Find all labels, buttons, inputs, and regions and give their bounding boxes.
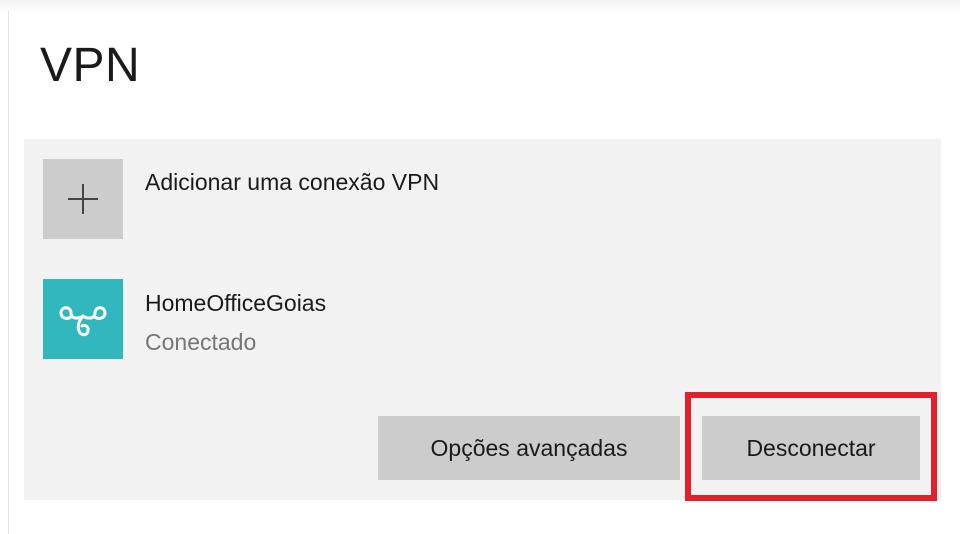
vpn-link-icon [59,306,107,337]
add-vpn-connection-label: Adicionar uma conexão VPN [145,169,440,195]
vpn-connection-tile [43,279,123,359]
vpn-connection-status: Conectado [145,329,257,355]
disconnect-button[interactable]: Desconectar [702,416,920,480]
add-tile [43,159,123,239]
vpn-connection-item[interactable]: HomeOfficeGoias Conectado [43,279,643,359]
window-left-edge [8,10,9,534]
plus-icon [68,184,98,214]
add-vpn-connection-button[interactable]: Adicionar uma conexão VPN [43,159,643,239]
page-title: VPN [40,39,141,92]
settings-page: VPN Adicionar uma conexão VPN HomeOffice… [0,0,960,534]
advanced-options-button[interactable]: Opções avançadas [378,416,680,480]
vpn-connection-name: HomeOfficeGoias [145,290,327,316]
window-top-edge [0,0,960,14]
